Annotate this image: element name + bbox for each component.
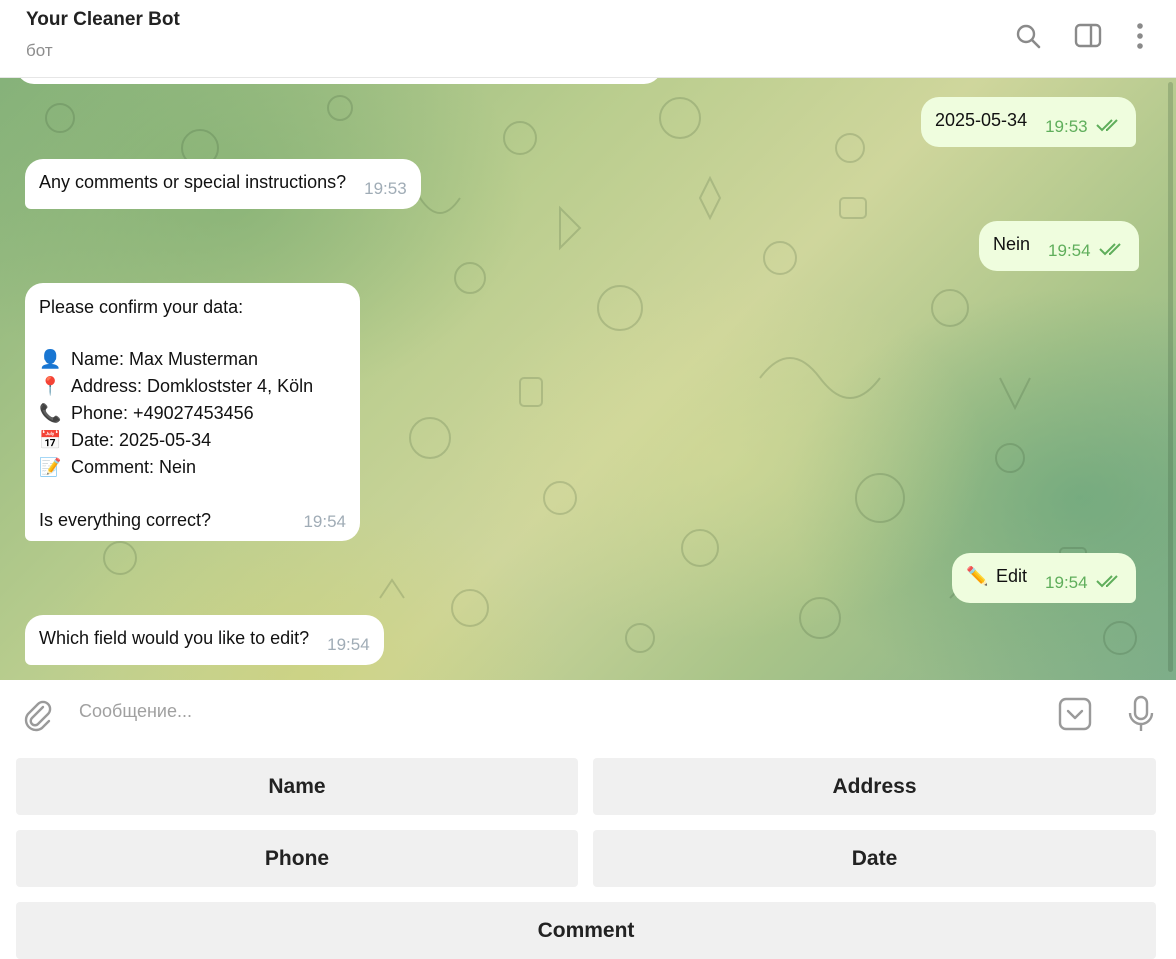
- message-bubble-outgoing[interactable]: 2025-05-34 19:53: [921, 97, 1136, 147]
- message-text: Nein: [993, 234, 1031, 254]
- message-time: 19:53: [364, 179, 407, 198]
- message-text: Which field would you like to edit?: [39, 628, 310, 648]
- chat-history[interactable]: 2025-05-34 19:53 Any comments or special …: [0, 78, 1176, 680]
- message-bubble-partial: [16, 78, 662, 84]
- message-time: 19:54: [1045, 573, 1088, 592]
- search-icon[interactable]: [1012, 20, 1044, 52]
- more-vertical-icon[interactable]: [1124, 20, 1156, 52]
- message-bubble-confirmation[interactable]: Please confirm your data: 👤 Name: Max Mus…: [25, 283, 360, 541]
- chat-title[interactable]: Your Cleaner Bot: [26, 9, 180, 31]
- message-question: Is everything correct?: [39, 510, 212, 530]
- message-line-address: 📍 Address: Domklostster 4, Köln: [39, 373, 346, 400]
- microphone-icon[interactable]: [1124, 694, 1158, 734]
- read-ticks-icon: [1095, 569, 1122, 595]
- keyboard-button-date[interactable]: Date: [593, 830, 1156, 887]
- message-text: Edit: [996, 566, 1028, 586]
- message-bubble-incoming[interactable]: Any comments or special instructions? 19:…: [25, 159, 421, 209]
- message-input[interactable]: Сообщение...: [79, 701, 192, 722]
- message-time: 19:54: [327, 635, 370, 654]
- message-line: Is everything correct? 19:54: [39, 507, 346, 533]
- chat-scrollbar[interactable]: [1168, 82, 1173, 672]
- message-line-name: 👤 Name: Max Musterman: [39, 346, 346, 373]
- message-bubble-outgoing[interactable]: Nein 19:54: [979, 221, 1139, 271]
- message-time: 19:54: [1048, 241, 1091, 260]
- message-bubble-incoming[interactable]: Which field would you like to edit? 19:54: [25, 615, 384, 665]
- memo-icon: 📝: [39, 457, 62, 478]
- keyboard-button-name[interactable]: Name: [16, 758, 578, 815]
- comment-value: Comment: Nein: [71, 457, 197, 477]
- person-icon: 👤: [39, 349, 62, 370]
- read-ticks-icon: [1095, 113, 1122, 139]
- keyboard-button-comment[interactable]: Comment: [16, 902, 1156, 959]
- keyboard-button-phone[interactable]: Phone: [16, 830, 578, 887]
- message-bubble-outgoing[interactable]: ✏️ Edit 19:54: [952, 553, 1136, 603]
- message-text: 2025-05-34: [935, 110, 1028, 130]
- reply-keyboard: Name Address Phone Date Comment: [0, 746, 1176, 959]
- message-line-date: 📅 Date: 2025-05-34: [39, 427, 346, 454]
- name-value: Name: Max Musterman: [71, 349, 259, 369]
- keyboard-button-address[interactable]: Address: [593, 758, 1156, 815]
- message-composer: Сообщение...: [0, 680, 1176, 746]
- chat-header: Your Cleaner Bot бот: [0, 0, 1176, 78]
- phone-icon: 📞: [39, 403, 62, 424]
- calendar-icon: 📅: [39, 430, 62, 451]
- pin-icon: 📍: [39, 376, 62, 397]
- message-line-comment: 📝 Comment: Nein: [39, 454, 346, 481]
- message-text: Any comments or special instructions?: [39, 172, 347, 192]
- address-value: Address: Domklostster 4, Köln: [71, 376, 314, 396]
- message-time: 19:54: [303, 512, 346, 531]
- pencil-icon: ✏️: [966, 566, 989, 587]
- bot-keyboard-toggle-icon[interactable]: [1057, 696, 1093, 732]
- sidebar-toggle-icon[interactable]: [1072, 20, 1104, 52]
- chat-subtitle: бот: [26, 41, 53, 60]
- date-value: Date: 2025-05-34: [71, 430, 212, 450]
- read-ticks-icon: [1098, 237, 1125, 263]
- message-time: 19:53: [1045, 117, 1088, 136]
- phone-value: Phone: +49027453456: [71, 403, 254, 423]
- paperclip-icon[interactable]: [20, 697, 56, 733]
- message-line: Please confirm your data:: [39, 297, 244, 317]
- message-line-phone: 📞 Phone: +49027453456: [39, 400, 346, 427]
